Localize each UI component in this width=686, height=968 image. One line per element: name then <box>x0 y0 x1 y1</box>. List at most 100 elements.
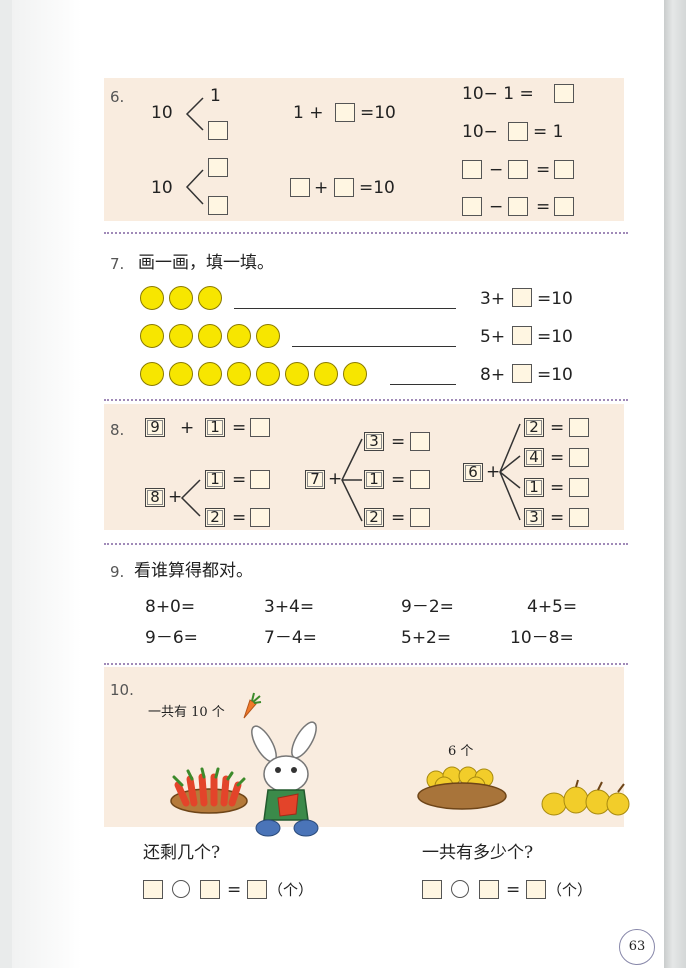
q10-box[interactable] <box>200 880 220 899</box>
q7-eq-right: =10 <box>537 365 573 385</box>
q6-box[interactable] <box>334 178 354 197</box>
q7-eq-left: 8+ <box>480 365 506 385</box>
q6-box[interactable] <box>508 197 528 216</box>
q6-label: 6. <box>110 88 125 106</box>
q6-branch-b <box>185 169 204 205</box>
q8-given-box: 9 <box>145 418 165 437</box>
q7-answer-line[interactable] <box>234 308 456 309</box>
q9-item: 5+2= <box>401 628 452 648</box>
q6-r1: 10− 1 = <box>462 84 534 104</box>
q10-caption-left: 一共有 10 个 <box>148 705 225 720</box>
q8-box[interactable] <box>410 508 430 527</box>
q10-box[interactable] <box>247 880 267 899</box>
q6-box[interactable] <box>335 103 355 122</box>
q8-branch <box>180 479 201 517</box>
q8-box[interactable] <box>250 508 270 527</box>
q6-r2-left: 10− <box>462 122 498 142</box>
q7-counting-dot <box>343 362 367 386</box>
q8-box[interactable] <box>250 470 270 489</box>
q6-box[interactable] <box>554 197 574 216</box>
q6-box[interactable] <box>554 84 574 103</box>
q10-unit: （个） <box>268 881 314 899</box>
q7-box[interactable] <box>512 364 532 383</box>
divider <box>104 663 628 665</box>
q6-eq2-plus: + <box>314 178 329 198</box>
q8-given-box: 4 <box>524 448 544 467</box>
q8-eq: = <box>391 470 406 490</box>
q10-box[interactable] <box>526 880 546 899</box>
book-spine <box>664 0 686 968</box>
q6-box[interactable] <box>208 196 228 215</box>
q10-box[interactable] <box>143 880 163 899</box>
q8-eq: = <box>232 418 247 438</box>
q7-label: 7. <box>110 255 125 273</box>
q6-ten-a: 10 <box>151 103 173 123</box>
q8-given-box: 7 <box>305 470 325 489</box>
q10-operator-circle[interactable] <box>172 880 190 898</box>
q7-answer-line[interactable] <box>390 384 456 385</box>
q7-counting-dot <box>285 362 309 386</box>
q7-counting-dot <box>169 362 193 386</box>
q10-label: 10. <box>110 681 134 699</box>
q7-counting-dot <box>256 362 280 386</box>
q6-box[interactable] <box>208 121 228 140</box>
q8-box[interactable] <box>410 432 430 451</box>
q7-answer-line[interactable] <box>292 346 456 347</box>
q7-eq-right: =10 <box>537 327 573 347</box>
q8-given-box: 3 <box>364 432 384 451</box>
page-number: 63 <box>619 929 655 965</box>
q9-title: 看谁算得都对。 <box>134 561 253 581</box>
pear-icon <box>541 779 630 816</box>
q8-box[interactable] <box>569 508 589 527</box>
q7-box[interactable] <box>512 288 532 307</box>
q6-box[interactable] <box>554 160 574 179</box>
q6-box[interactable] <box>508 122 528 141</box>
q10-unit: （个） <box>547 881 593 899</box>
q10-question-right: 一共有多少个? <box>422 843 534 863</box>
q6-ten-b: 10 <box>151 178 173 198</box>
q6-minus: − <box>489 197 504 217</box>
q8-branch <box>341 438 363 522</box>
q8-given-box: 2 <box>205 508 225 527</box>
q6-box[interactable] <box>462 160 482 179</box>
q8-given-box: 3 <box>524 508 544 527</box>
q6-eq2-right: =10 <box>359 178 395 198</box>
q6-r2-right: = 1 <box>533 122 564 142</box>
q7-eq-right: =10 <box>537 289 573 309</box>
q6-box[interactable] <box>508 160 528 179</box>
q8-given-box: 1 <box>205 418 225 437</box>
q7-title: 画一画，填一填。 <box>138 253 274 273</box>
q7-eq-left: 5+ <box>480 327 506 347</box>
q7-counting-dot <box>198 286 222 310</box>
q9-item: 9－2= <box>401 597 454 617</box>
q8-box[interactable] <box>569 418 589 437</box>
q8-given-box: 1 <box>205 470 225 489</box>
q7-counting-dot <box>140 286 164 310</box>
q8-box[interactable] <box>410 470 430 489</box>
q8-label: 8. <box>110 421 125 439</box>
q9-label: 9. <box>110 563 125 581</box>
q6-box[interactable] <box>290 178 310 197</box>
pear-basket-icon <box>417 766 507 810</box>
q7-box[interactable] <box>512 326 532 345</box>
q9-item: 9－6= <box>145 628 198 648</box>
q9-item: 7－4= <box>264 628 317 648</box>
rabbit-icon <box>251 721 319 837</box>
q10-box[interactable] <box>479 880 499 899</box>
q6-box[interactable] <box>208 158 228 177</box>
q8-box[interactable] <box>569 448 589 467</box>
q10-box[interactable] <box>422 880 442 899</box>
q7-counting-dot <box>314 362 338 386</box>
q8-eq: = <box>550 448 565 468</box>
q8-box[interactable] <box>569 478 589 497</box>
q10-operator-circle[interactable] <box>451 880 469 898</box>
q10-eq: = <box>227 880 242 900</box>
q6-one-top: 1 <box>210 86 221 106</box>
q8-box[interactable] <box>250 418 270 437</box>
q6-eq1-left: 1 + <box>293 103 324 123</box>
divider <box>104 543 628 545</box>
q8-given-box: 2 <box>524 418 544 437</box>
carrot-icon <box>243 692 262 719</box>
divider <box>104 232 628 234</box>
q6-box[interactable] <box>462 197 482 216</box>
